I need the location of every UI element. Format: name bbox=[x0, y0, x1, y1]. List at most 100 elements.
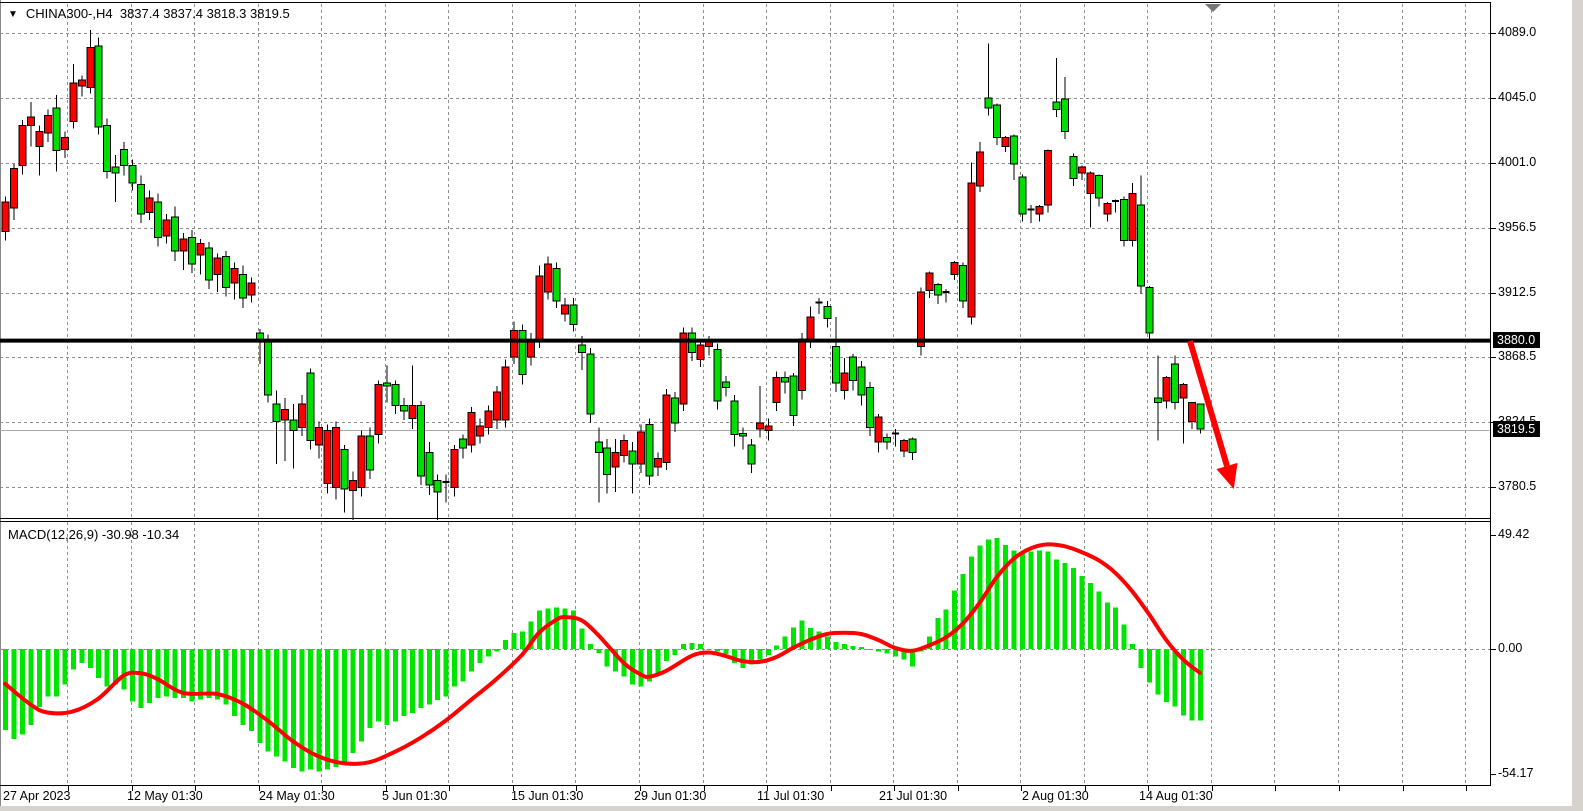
up-candle bbox=[511, 330, 518, 356]
highlighted-price-label: 3880.0 bbox=[1493, 332, 1540, 348]
macd-pane[interactable] bbox=[0, 522, 1490, 785]
up-candle bbox=[502, 367, 509, 420]
up-candle bbox=[536, 276, 543, 341]
up-candle bbox=[705, 342, 712, 346]
macd-bar bbox=[1139, 649, 1144, 668]
macd-bar bbox=[1113, 607, 1118, 649]
macd-bar bbox=[45, 649, 50, 696]
macd-bar bbox=[96, 649, 101, 678]
macd-bar bbox=[3, 649, 8, 730]
down-candle bbox=[790, 376, 797, 416]
up-candle bbox=[977, 152, 984, 186]
down-candle bbox=[1011, 136, 1018, 164]
macd-bar bbox=[359, 649, 364, 741]
macd-bar bbox=[1088, 583, 1093, 649]
down-candle bbox=[1061, 99, 1068, 131]
macd-bar bbox=[54, 649, 59, 696]
macd-bar bbox=[1062, 563, 1067, 649]
up-candle bbox=[612, 452, 619, 467]
up-candle bbox=[527, 341, 534, 357]
macd-bar bbox=[664, 649, 669, 661]
macd-bar bbox=[1003, 545, 1008, 649]
chart-shift-marker-icon[interactable] bbox=[1205, 4, 1221, 12]
candles[interactable] bbox=[2, 30, 1204, 520]
time-axis-label: 15 Jun 01:30 bbox=[511, 789, 583, 803]
down-candle bbox=[265, 341, 272, 395]
up-candle bbox=[44, 115, 51, 133]
trading-chart-window: ▼CHINA300-,H4 3837.4 3837.4 3818.3 3819.… bbox=[0, 0, 1583, 811]
down-candle bbox=[782, 377, 789, 381]
up-candle bbox=[807, 317, 814, 339]
macd-bar bbox=[961, 574, 966, 649]
axis-tick-mark bbox=[1490, 163, 1496, 164]
up-candle bbox=[663, 395, 670, 463]
up-candle bbox=[561, 305, 568, 314]
up-candle bbox=[197, 243, 204, 255]
down-candle bbox=[570, 305, 577, 324]
up-candle bbox=[61, 137, 68, 149]
macd-bar bbox=[825, 636, 830, 649]
price-tick-label: 3868.5 bbox=[1498, 349, 1536, 363]
up-candle bbox=[180, 239, 187, 251]
up-candle bbox=[1129, 193, 1136, 240]
macd-bar bbox=[376, 649, 381, 721]
price-tick-label: 4045.0 bbox=[1498, 90, 1536, 104]
down-candle bbox=[934, 285, 941, 295]
window-bottom-edge bbox=[0, 806, 1583, 811]
price-tick-label: 4001.0 bbox=[1498, 155, 1536, 169]
macd-bar bbox=[579, 629, 584, 649]
down-candle bbox=[739, 433, 746, 436]
time-tick-mark bbox=[1466, 785, 1467, 791]
down-candle bbox=[909, 439, 916, 452]
time-axis-label: 21 Jul 01:30 bbox=[879, 789, 947, 803]
up-candle bbox=[1002, 137, 1009, 146]
macd-bar bbox=[757, 649, 762, 660]
symbol-collapse-triangle-icon[interactable]: ▼ bbox=[8, 9, 18, 20]
up-candle bbox=[917, 292, 924, 346]
down-candle bbox=[138, 185, 145, 214]
ohlc-values: 3837.4 3837.4 3818.3 3819.5 bbox=[113, 6, 290, 21]
macd-bar bbox=[139, 649, 144, 708]
up-candle bbox=[697, 345, 704, 360]
down-candle bbox=[850, 357, 857, 381]
axis-tick-mark bbox=[1490, 357, 1496, 358]
pane-separator[interactable] bbox=[0, 518, 1491, 519]
macd-bar bbox=[1079, 576, 1084, 649]
macd-bar bbox=[1164, 649, 1169, 702]
macd-bar bbox=[503, 640, 508, 649]
down-candle bbox=[985, 98, 992, 108]
up-candle bbox=[544, 264, 551, 292]
macd-bar bbox=[512, 633, 517, 649]
macd-histogram bbox=[3, 538, 1203, 772]
macd-bar bbox=[1028, 551, 1033, 649]
down-candle bbox=[205, 248, 212, 280]
macd-tick-label: 0.00 bbox=[1498, 641, 1522, 655]
macd-bar bbox=[164, 649, 169, 696]
down-candle bbox=[858, 367, 865, 395]
down-candle bbox=[604, 448, 611, 474]
macd-bar bbox=[317, 649, 322, 771]
macd-bar bbox=[486, 649, 491, 656]
macd-bar bbox=[28, 649, 33, 725]
down-candle bbox=[1197, 404, 1204, 429]
macd-bar bbox=[673, 649, 678, 655]
down-candle bbox=[434, 480, 441, 492]
macd-bar bbox=[393, 649, 398, 721]
time-tick-mark bbox=[958, 785, 959, 791]
down-candle bbox=[383, 383, 390, 386]
up-candle bbox=[926, 273, 933, 291]
macd-bar bbox=[478, 649, 483, 663]
down-candle bbox=[155, 202, 162, 237]
down-candle bbox=[341, 449, 348, 489]
price-pane[interactable] bbox=[0, 0, 1490, 520]
macd-bar bbox=[520, 631, 525, 649]
down-candle bbox=[731, 401, 738, 435]
macd-bar bbox=[783, 636, 788, 649]
down-candle bbox=[53, 108, 60, 151]
up-candle bbox=[231, 268, 238, 283]
up-candle bbox=[1180, 385, 1187, 398]
up-candle bbox=[900, 441, 907, 451]
down-candle bbox=[1146, 288, 1153, 334]
macd-bar bbox=[79, 649, 84, 663]
up-candle bbox=[485, 411, 492, 427]
